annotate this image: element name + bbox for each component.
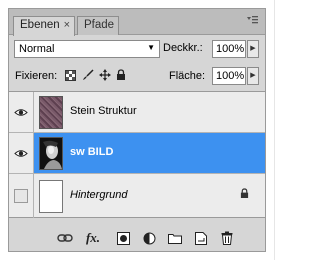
- folder-icon[interactable]: [167, 230, 183, 246]
- mask-icon[interactable]: [115, 230, 131, 246]
- fx-icon[interactable]: fx.: [85, 230, 101, 246]
- layer-thumbnail: [39, 96, 63, 129]
- visibility-toggle[interactable]: [9, 92, 34, 132]
- link-glyph: [57, 234, 73, 242]
- layers-list: Stein Struktur sw BILD Hintergrund: [9, 91, 265, 218]
- opacity-label: Deckkr.:: [163, 42, 203, 54]
- tab-label: Ebenen: [20, 19, 60, 31]
- checkerboard-icon[interactable]: [63, 68, 77, 82]
- brush-icon[interactable]: [81, 68, 95, 82]
- layer-lock-icon: [240, 188, 249, 202]
- brush-glyph: [83, 69, 94, 80]
- trash-glyph: [221, 231, 233, 245]
- lock-glyph: [117, 69, 125, 80]
- trash-icon[interactable]: [219, 230, 235, 246]
- visibility-toggle[interactable]: [9, 133, 34, 173]
- move-glyph: [99, 69, 111, 81]
- chevron-down-icon: ▼: [147, 43, 155, 52]
- tab-label: Pfade: [84, 19, 115, 31]
- fill-slider-button[interactable]: ▶: [247, 67, 259, 85]
- fill-label: Fläche:: [169, 70, 206, 82]
- panel-tabbar: Ebenen × Pfade: [9, 9, 265, 36]
- layer-name[interactable]: Hintergrund: [70, 189, 127, 201]
- opacity-field[interactable]: 100%: [212, 40, 246, 58]
- folder-glyph: [168, 233, 182, 244]
- lock-glyph: [240, 188, 249, 198]
- tab-pfade[interactable]: Pfade: [77, 16, 119, 35]
- opacity-slider-button[interactable]: ▶: [247, 40, 259, 58]
- link-icon[interactable]: [57, 230, 73, 246]
- eye-icon: [14, 149, 28, 157]
- lock-icon[interactable]: [114, 68, 128, 82]
- new-layer-glyph: [195, 231, 207, 245]
- tab-close-icon[interactable]: ×: [64, 19, 70, 31]
- layer-row-stein-struktur[interactable]: Stein Struktur: [9, 92, 265, 133]
- panel-menu-glyph: [247, 16, 258, 24]
- hidden-visibility-box: [14, 189, 28, 203]
- panel-bottom-toolbar: fx.: [9, 227, 265, 251]
- layers-panel: Ebenen × Pfade Normal ▼ Deckkr.: 100% ▶ …: [8, 8, 266, 252]
- fill-field[interactable]: 100%: [212, 67, 246, 85]
- layer-name[interactable]: Stein Struktur: [70, 105, 137, 117]
- blend-mode-select[interactable]: Normal ▼: [14, 40, 160, 58]
- checkerboard-glyph: [64, 69, 76, 81]
- layer-row-sw-bild[interactable]: sw BILD: [9, 133, 265, 174]
- blend-mode-value: Normal: [19, 43, 55, 55]
- mask-glyph: [116, 231, 130, 245]
- layer-thumbnail: [39, 180, 63, 213]
- move-icon[interactable]: [98, 68, 112, 82]
- portrait-thumbnail-image: [40, 138, 62, 169]
- new-layer-icon[interactable]: [193, 230, 209, 246]
- lock-label: Fixieren:: [15, 70, 58, 82]
- panel-edge-line: [274, 0, 275, 260]
- eye-icon: [14, 108, 28, 116]
- tab-ebenen[interactable]: Ebenen ×: [13, 16, 75, 36]
- layer-row-hintergrund[interactable]: Hintergrund: [9, 174, 265, 218]
- layer-thumbnail: [39, 137, 63, 170]
- visibility-toggle[interactable]: [9, 174, 34, 218]
- panel-menu-icon[interactable]: [245, 15, 259, 27]
- adjustment-layer-icon[interactable]: [141, 230, 157, 246]
- adjustment-glyph: [143, 232, 155, 244]
- layer-name[interactable]: sw BILD: [70, 146, 113, 158]
